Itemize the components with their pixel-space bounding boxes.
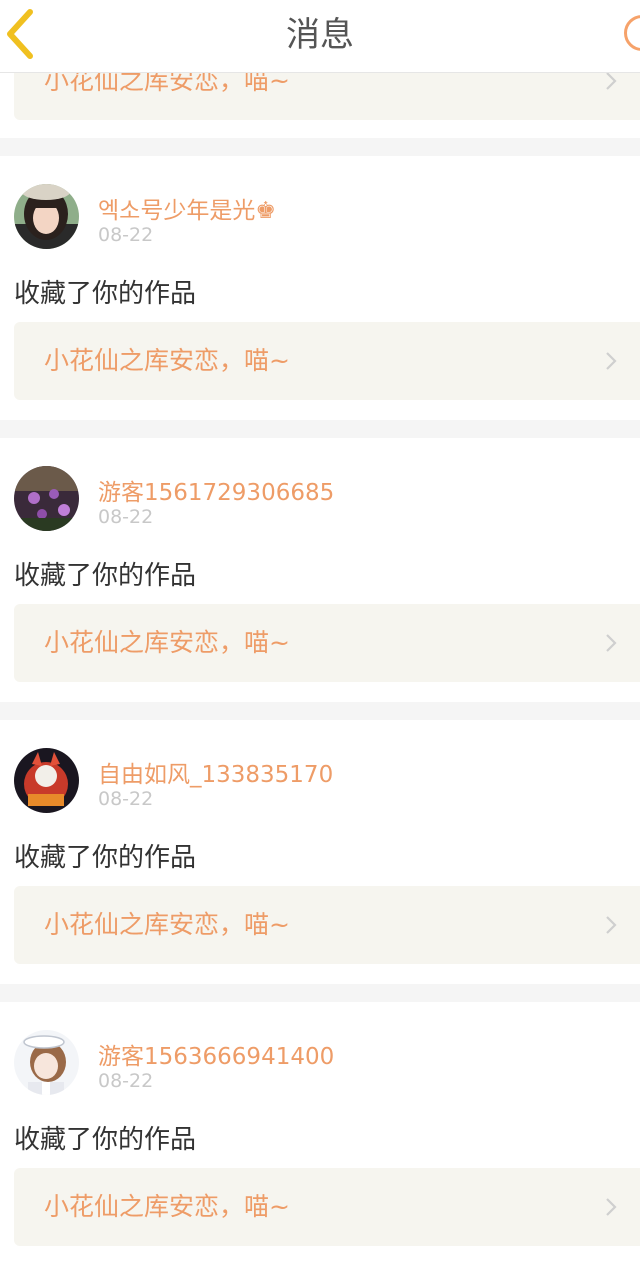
work-title: 小花仙之库安恋，喵~ — [44, 628, 290, 657]
work-title: 小花仙之库安恋，喵~ — [44, 346, 290, 375]
message-date: 08-22 — [98, 506, 154, 528]
work-card[interactable]: 小花仙之库安恋，喵~ — [14, 604, 640, 682]
separator — [0, 420, 640, 438]
work-card[interactable]: 小花仙之库安恋，喵~ — [14, 886, 640, 964]
nav-header: 消息 — [0, 0, 640, 73]
chevron-right-icon — [606, 634, 617, 652]
work-card[interactable]: 小花仙之库安恋，喵~ — [14, 1168, 640, 1246]
separator — [0, 984, 640, 1002]
work-card[interactable]: 小花仙之库安恋，喵~ — [14, 322, 640, 400]
message-item[interactable]: 游客1561729306685 08-22 收藏了你的作品 小花仙之库安恋，喵~ — [0, 438, 640, 702]
message-date: 08-22 — [98, 1070, 154, 1092]
separator — [0, 138, 640, 156]
message-date: 08-22 — [98, 224, 154, 246]
avatar[interactable] — [14, 748, 79, 813]
chevron-right-icon — [606, 352, 617, 370]
message-list[interactable]: 小花仙之库安恋，喵~ 엑소号少年是光♚ 08-22 收藏了你的作品 小花仙之库安… — [0, 0, 640, 1246]
action-text: 收藏了你的作品 — [14, 1125, 197, 1155]
username[interactable]: 엑소号少年是光♚ — [98, 191, 276, 225]
message-date: 08-22 — [98, 788, 154, 810]
message-item[interactable]: 엑소号少年是光♚ 08-22 收藏了你的作品 小花仙之库安恋，喵~ — [0, 156, 640, 420]
avatar[interactable] — [14, 466, 79, 531]
separator — [0, 702, 640, 720]
chevron-right-icon — [606, 916, 617, 934]
action-text: 收藏了你的作品 — [14, 843, 197, 873]
username[interactable]: 游客1561729306685 — [98, 473, 334, 507]
avatar[interactable] — [14, 1030, 79, 1095]
work-title: 小花仙之库安恋，喵~ — [44, 1192, 290, 1221]
page-title: 消息 — [286, 15, 354, 55]
chevron-right-icon — [606, 1198, 617, 1216]
work-title: 小花仙之库安恋，喵~ — [44, 910, 290, 939]
action-text: 收藏了你的作品 — [14, 279, 197, 309]
username[interactable]: 游客1563666941400 — [98, 1037, 334, 1071]
action-text: 收藏了你的作品 — [14, 561, 197, 591]
message-item[interactable]: 游客1563666941400 08-22 收藏了你的作品 小花仙之库安恋，喵~ — [0, 1002, 640, 1266]
chevron-right-icon — [606, 72, 617, 90]
username[interactable]: 自由如风_133835170 — [98, 755, 333, 789]
avatar[interactable] — [14, 184, 79, 249]
message-item[interactable]: 自由如风_133835170 08-22 收藏了你的作品 小花仙之库安恋，喵~ — [0, 720, 640, 984]
